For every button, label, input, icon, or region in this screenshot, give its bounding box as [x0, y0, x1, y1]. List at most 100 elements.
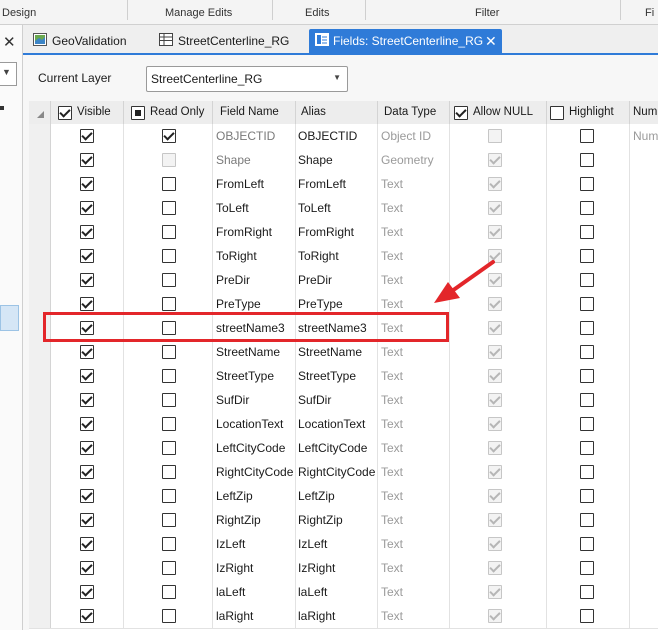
highlight-checkbox[interactable]	[580, 393, 594, 407]
row-selector[interactable]	[29, 412, 51, 436]
select-all-corner[interactable]	[29, 101, 51, 124]
data-type-cell[interactable]: Text	[377, 364, 450, 388]
highlight-checkbox[interactable]	[580, 249, 594, 263]
header-read-only-checkbox[interactable]	[131, 106, 145, 120]
data-type-cell[interactable]: Text	[377, 532, 450, 556]
data-type-cell[interactable]: Text	[377, 580, 450, 604]
data-type-cell[interactable]: Text	[377, 172, 450, 196]
alias-cell[interactable]: LocationText	[295, 412, 378, 436]
row-selector[interactable]	[29, 532, 51, 556]
visible-checkbox[interactable]	[80, 609, 94, 623]
visible-checkbox[interactable]	[80, 585, 94, 599]
highlight-checkbox[interactable]	[580, 537, 594, 551]
highlight-checkbox[interactable]	[580, 225, 594, 239]
visible-cell[interactable]	[50, 580, 124, 604]
field-name-cell[interactable]: ToRight	[212, 244, 296, 268]
row-selector[interactable]	[29, 484, 51, 508]
number-format-cell[interactable]	[629, 508, 658, 532]
visible-cell[interactable]	[50, 556, 124, 580]
highlight-cell[interactable]	[546, 172, 630, 196]
data-type-cell[interactable]: Text	[377, 196, 450, 220]
read-only-checkbox[interactable]	[162, 153, 176, 167]
header-highlight-checkbox[interactable]	[550, 106, 564, 120]
field-name-cell[interactable]: RightCityCode	[212, 460, 296, 484]
visible-checkbox[interactable]	[80, 297, 94, 311]
row-selector[interactable]	[29, 436, 51, 460]
alias-cell[interactable]: LeftZip	[295, 484, 378, 508]
highlight-checkbox[interactable]	[580, 321, 594, 335]
header-alias[interactable]: Alias	[295, 101, 378, 124]
number-format-cell[interactable]	[629, 172, 658, 196]
visible-checkbox[interactable]	[80, 537, 94, 551]
read-only-cell[interactable]	[123, 148, 213, 172]
number-format-cell[interactable]	[629, 364, 658, 388]
field-name-cell[interactable]: StreetType	[212, 364, 296, 388]
read-only-checkbox[interactable]	[162, 489, 176, 503]
visible-checkbox[interactable]	[80, 561, 94, 575]
alias-cell[interactable]: ToRight	[295, 244, 378, 268]
visible-cell[interactable]	[50, 340, 124, 364]
field-name-cell[interactable]: PreDir	[212, 268, 296, 292]
data-type-cell[interactable]: Text	[377, 412, 450, 436]
number-format-cell[interactable]	[629, 220, 658, 244]
alias-cell[interactable]: IzRight	[295, 556, 378, 580]
read-only-cell[interactable]	[123, 460, 213, 484]
row-selector[interactable]	[29, 196, 51, 220]
data-type-cell[interactable]: Text	[377, 340, 450, 364]
data-type-cell[interactable]: Geometry	[377, 148, 450, 172]
highlight-cell[interactable]	[546, 532, 630, 556]
visible-cell[interactable]	[50, 124, 124, 148]
table-row[interactable]: IzRight IzRight Text	[29, 556, 658, 581]
read-only-checkbox[interactable]	[162, 345, 176, 359]
close-icon[interactable]: ✕	[3, 33, 16, 51]
visible-cell[interactable]	[50, 412, 124, 436]
highlight-cell[interactable]	[546, 340, 630, 364]
visible-checkbox[interactable]	[80, 441, 94, 455]
tab-fields-view[interactable]: Fields: StreetCenterline_RG ✕	[309, 29, 502, 53]
read-only-checkbox[interactable]	[162, 225, 176, 239]
alias-cell[interactable]: StreetType	[295, 364, 378, 388]
highlight-checkbox[interactable]	[580, 417, 594, 431]
alias-cell[interactable]: PreDir	[295, 268, 378, 292]
number-format-cell[interactable]	[629, 556, 658, 580]
alias-cell[interactable]: IzLeft	[295, 532, 378, 556]
table-row[interactable]: RightZip RightZip Text	[29, 508, 658, 533]
highlight-cell[interactable]	[546, 388, 630, 412]
visible-cell[interactable]	[50, 220, 124, 244]
number-format-cell[interactable]	[629, 244, 658, 268]
row-selector[interactable]	[29, 220, 51, 244]
read-only-cell[interactable]	[123, 604, 213, 628]
row-selector[interactable]	[29, 244, 51, 268]
number-format-cell[interactable]	[629, 532, 658, 556]
table-row[interactable]: laLeft laLeft Text	[29, 580, 658, 605]
visible-cell[interactable]	[50, 388, 124, 412]
field-name-cell[interactable]: Shape	[212, 148, 296, 172]
read-only-checkbox[interactable]	[162, 369, 176, 383]
visible-checkbox[interactable]	[80, 153, 94, 167]
visible-cell[interactable]	[50, 484, 124, 508]
field-name-cell[interactable]: OBJECTID	[212, 124, 296, 148]
visible-cell[interactable]	[50, 244, 124, 268]
table-row[interactable]: StreetName StreetName Text	[29, 340, 658, 365]
table-row[interactable]: Shape Shape Geometry	[29, 148, 658, 173]
data-type-cell[interactable]: Text	[377, 604, 450, 628]
visible-cell[interactable]	[50, 172, 124, 196]
alias-cell[interactable]: FromRight	[295, 220, 378, 244]
field-name-cell[interactable]: RightZip	[212, 508, 296, 532]
highlight-checkbox[interactable]	[580, 297, 594, 311]
read-only-cell[interactable]	[123, 388, 213, 412]
table-row[interactable]: LocationText LocationText Text	[29, 412, 658, 437]
visible-checkbox[interactable]	[80, 465, 94, 479]
highlight-cell[interactable]	[546, 148, 630, 172]
visible-cell[interactable]	[50, 508, 124, 532]
table-row[interactable]: SufDir SufDir Text	[29, 388, 658, 413]
read-only-checkbox[interactable]	[162, 585, 176, 599]
alias-cell[interactable]: SufDir	[295, 388, 378, 412]
visible-checkbox[interactable]	[80, 249, 94, 263]
row-selector[interactable]	[29, 604, 51, 628]
table-row[interactable]: FromLeft FromLeft Text	[29, 172, 658, 197]
highlight-checkbox[interactable]	[580, 441, 594, 455]
read-only-checkbox[interactable]	[162, 561, 176, 575]
read-only-cell[interactable]	[123, 580, 213, 604]
read-only-cell[interactable]	[123, 124, 213, 148]
